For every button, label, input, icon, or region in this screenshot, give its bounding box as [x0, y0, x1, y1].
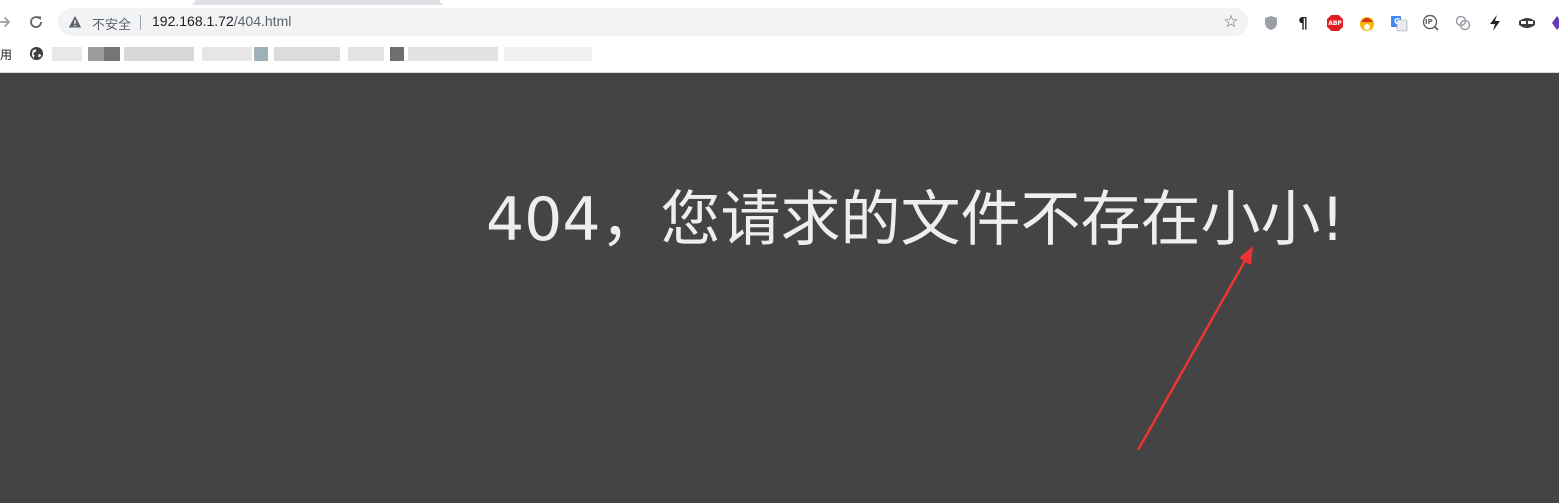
reload-button[interactable]	[24, 10, 48, 34]
omnibox-divider	[140, 15, 141, 30]
url-host: 192.168.1.72	[152, 13, 234, 29]
rings-extension-icon[interactable]	[1454, 14, 1472, 32]
google-translate-icon[interactable]: G	[1390, 14, 1408, 32]
browser-chrome: 不安全 192.168.1.72/404.html ☆ ¶ ABP G IP 用	[0, 0, 1559, 73]
annotation-arrow	[1136, 246, 1253, 451]
error-heading: 404，您请求的文件不存在小小!	[486, 185, 1345, 255]
lightning-extension-icon[interactable]	[1486, 14, 1504, 32]
translate-glyph: G	[1394, 17, 1401, 26]
page-content: 404，您请求的文件不存在小小!	[0, 73, 1559, 503]
url-path: /404.html	[233, 13, 292, 29]
bookmarks-bar: 用	[0, 42, 1559, 66]
globe-icon[interactable]	[29, 46, 44, 61]
adblock-label: ABP	[1328, 19, 1342, 27]
blurred-bookmark-items[interactable]	[52, 44, 597, 64]
blurred-bookmark[interactable]	[254, 47, 268, 61]
url-text[interactable]: 192.168.1.72/404.html	[152, 13, 291, 29]
warning-icon[interactable]	[68, 15, 82, 29]
address-bar[interactable]: 不安全 192.168.1.72/404.html ☆	[58, 8, 1248, 36]
tab-strip	[0, 0, 1559, 5]
blurred-bookmark[interactable]	[104, 47, 120, 61]
blurred-bookmark[interactable]	[408, 47, 498, 61]
blurred-bookmark[interactable]	[124, 47, 194, 61]
mask-extension-icon[interactable]	[1518, 14, 1536, 32]
pilcrow-glyph: ¶	[1298, 14, 1308, 32]
blurred-bookmark[interactable]	[390, 47, 404, 61]
forward-button[interactable]	[0, 10, 16, 34]
arrow-shaft	[1136, 258, 1248, 451]
reload-icon	[30, 16, 42, 28]
shield-extension-icon[interactable]	[1262, 14, 1280, 32]
browser-toolbar: 不安全 192.168.1.72/404.html ☆ ¶ ABP G IP	[0, 6, 1559, 38]
blurred-bookmark[interactable]	[88, 47, 104, 61]
ip-extension-icon[interactable]: IP	[1422, 14, 1440, 32]
arrow-right-icon	[0, 16, 11, 28]
adblock-plus-icon[interactable]: ABP	[1326, 14, 1344, 32]
purple-extension-icon[interactable]	[1548, 14, 1559, 32]
blurred-bookmark[interactable]	[52, 47, 82, 61]
blurred-bookmark[interactable]	[274, 47, 340, 61]
tab-right-edge[interactable]	[440, 0, 1559, 5]
bookmark-star-icon[interactable]: ☆	[1222, 13, 1240, 31]
blurred-bookmark[interactable]	[348, 47, 384, 61]
apps-bookmark-label[interactable]: 用	[0, 46, 12, 63]
pilcrow-extension-icon[interactable]: ¶	[1294, 14, 1312, 32]
blurred-bookmark[interactable]	[504, 47, 592, 61]
tab-left-edge[interactable]	[0, 0, 195, 5]
blurred-bookmark[interactable]	[202, 47, 252, 61]
santa-extension-icon[interactable]	[1358, 14, 1376, 32]
ip-glyph: IP	[1425, 18, 1433, 26]
security-status-label[interactable]: 不安全	[92, 14, 131, 33]
